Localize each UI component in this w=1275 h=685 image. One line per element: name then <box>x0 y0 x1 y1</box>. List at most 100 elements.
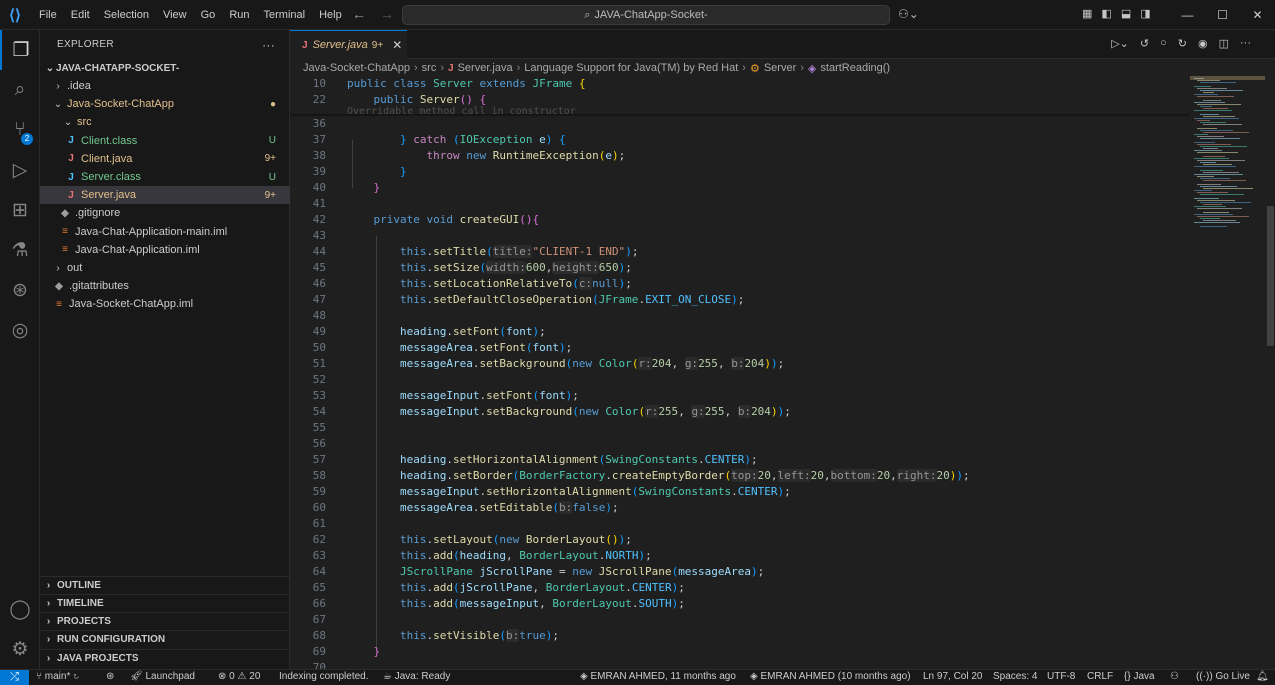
maximize-icon[interactable]: ☐ <box>1205 8 1240 22</box>
close-window-icon[interactable]: ✕ <box>1240 8 1275 22</box>
minimap-line <box>1194 174 1243 175</box>
tree-item-out-folder[interactable]: › out <box>40 259 290 277</box>
minimize-icon[interactable]: — <box>1170 8 1205 22</box>
more-actions-icon[interactable]: ··· <box>262 38 275 52</box>
launchpad-status[interactable]: 🚀︎ Launchpad <box>130 671 195 682</box>
breadcrumb-class[interactable]: Server <box>764 62 796 74</box>
tree-item-gitattributes-file[interactable]: ◆ .gitattributes <box>40 277 290 295</box>
tree-item-server-class-file[interactable]: J Server.class U <box>40 168 290 186</box>
code-line: this.add(jScrollPane, BorderLayout.CENTE… <box>399 581 685 594</box>
back-arrow-icon[interactable]: ← <box>352 6 366 22</box>
section-java-projects[interactable]: › JAVA PROJECTS <box>40 649 290 667</box>
code-line: messageArea.setFont(font); <box>399 341 573 354</box>
minimap-line <box>1197 216 1249 217</box>
toggle-secondary-sidebar-icon[interactable]: ◨ <box>1140 7 1150 20</box>
java-status[interactable]: ☕︎ Java: Ready <box>383 671 450 682</box>
menu-file[interactable]: File <box>32 9 64 21</box>
toggle-panel-icon[interactable]: ⬓ <box>1121 7 1131 20</box>
tree-item-src-folder[interactable]: ⌄ src <box>40 113 290 131</box>
chevron-right-icon: › <box>46 653 51 664</box>
split-editor-icon[interactable]: ◫ <box>1219 37 1229 50</box>
vertical-scrollbar-track[interactable] <box>1266 76 1275 669</box>
code-line: messageArea.setEditable(b:false); <box>399 501 619 514</box>
menu-view[interactable]: View <box>156 9 194 21</box>
java-file-icon: J <box>68 189 74 201</box>
tree-item-java-socket-chatapp-folder[interactable]: ⌄ Java-Socket-ChatApp ● <box>40 95 290 113</box>
menu-help[interactable]: Help <box>312 9 349 21</box>
account-icon[interactable]: ◯ <box>0 589 40 629</box>
tree-item-client-java-file[interactable]: J Client.java 9+ <box>40 150 290 168</box>
copilot-icon[interactable]: ⚇⌄ <box>898 7 919 21</box>
author-status[interactable]: ◈ EMRAN AHMED (10 months ago) <box>750 671 911 682</box>
breadcrumb-language[interactable]: Language Support for Java(TM) by Red Hat <box>524 62 738 74</box>
testing-icon[interactable]: ⚗ <box>0 230 40 270</box>
copilot-status-icon[interactable]: ⚇ <box>1170 671 1179 682</box>
tab-server-java[interactable]: J Server.java 9+ ✕ <box>290 30 407 59</box>
java-cup-icon: ☕︎ <box>383 671 395 682</box>
tree-item-socket-chatapp-iml-file[interactable]: ≡ Java-Socket-ChatApp.iml <box>40 295 290 313</box>
branch-status[interactable]: ⑂ main* ↻ <box>36 671 79 682</box>
tree-item-label: .idea <box>67 80 91 92</box>
go-forward-icon[interactable]: ↻ <box>1178 37 1187 50</box>
run-icon[interactable]: ▷⌄ <box>1111 37 1129 50</box>
explorer-icon[interactable]: ❐ <box>0 30 40 70</box>
code-line: messageInput.setBackground(new Color(r:2… <box>399 405 791 418</box>
breadcrumb-file[interactable]: Server.java <box>458 62 513 74</box>
explorer-root-folder[interactable]: ⌄ JAVA-CHATAPP-SOCKET- <box>40 59 290 77</box>
section-timeline[interactable]: › TIMELINE <box>40 594 290 612</box>
settings-icon[interactable]: ⚙ <box>0 629 40 669</box>
java-file-icon: J <box>448 62 454 74</box>
minimap-line <box>1197 96 1234 97</box>
toggle-sidebar-icon[interactable]: ◧ <box>1101 7 1111 20</box>
more-editor-actions-icon[interactable]: ··· <box>1240 37 1251 50</box>
source-control-icon[interactable]: ⑂ 2 <box>0 110 40 150</box>
code-line: public Server() { <box>373 93 487 106</box>
breadcrumb-method[interactable]: startReading() <box>820 62 890 74</box>
menu-go[interactable]: Go <box>194 9 223 21</box>
language-mode[interactable]: {} Java <box>1124 671 1155 682</box>
breadcrumb-src[interactable]: src <box>422 62 437 74</box>
golive-status[interactable]: ((·)) Go Live <box>1196 671 1250 682</box>
section-run-configuration[interactable]: › RUN CONFIGURATION <box>40 630 290 648</box>
git-graph-icon[interactable]: ⊛ <box>0 270 40 310</box>
eol-status[interactable]: CRLF <box>1087 671 1113 682</box>
cursor-position[interactable]: Ln 97, Col 20 <box>923 671 983 682</box>
extensions-icon[interactable]: ⊞ <box>0 190 40 230</box>
menu-terminal[interactable]: Terminal <box>257 9 313 21</box>
vertical-scrollbar-thumb[interactable] <box>1267 206 1274 346</box>
section-projects[interactable]: › PROJECTS <box>40 612 290 630</box>
gitlens-icon[interactable]: ◉ <box>1198 37 1208 50</box>
problems-status[interactable]: ⊗ 0 ⚠ 20 <box>218 671 260 682</box>
breadcrumb-folder[interactable]: Java-Socket-ChatApp <box>303 62 410 74</box>
customize-layout-icon[interactable]: ▦ <box>1082 7 1092 20</box>
section-outline[interactable]: › OUTLINE <box>40 576 290 594</box>
command-center-search[interactable]: ⌕ JAVA-ChatApp-Socket- <box>402 5 890 25</box>
blame-status[interactable]: ◈ EMRAN AHMED, 11 months ago <box>580 671 736 682</box>
go-back-icon[interactable]: ↺ <box>1140 37 1149 50</box>
menu-run[interactable]: Run <box>222 9 256 21</box>
code-editor[interactable]: Overridable method call in constructor 1… <box>290 76 1190 669</box>
tab-close-icon[interactable]: ✕ <box>392 38 402 52</box>
minimap-line <box>1200 114 1219 115</box>
minimap[interactable] <box>1190 76 1265 669</box>
tree-item-server-java-file[interactable]: J Server.java 9+ <box>40 186 290 205</box>
tree-item-main-iml-file[interactable]: ≡ Java-Chat-Application-main.iml <box>40 223 290 241</box>
tree-item-client-class-file[interactable]: J Client.class U <box>40 132 290 150</box>
minimap-line <box>1203 180 1246 181</box>
tree-item-gitignore-file[interactable]: ◆ .gitignore <box>40 204 290 222</box>
encoding-status[interactable]: UTF-8 <box>1047 671 1075 682</box>
notifications-icon[interactable]: 🔔︎ <box>1256 671 1269 682</box>
tree-item-idea-folder[interactable]: › .idea <box>40 77 290 95</box>
tree-item-application-iml-file[interactable]: ≡ Java-Chat-Application.iml <box>40 241 290 259</box>
line-number: 61 <box>312 517 326 530</box>
forward-arrow-icon[interactable]: → <box>380 6 394 22</box>
docker-icon[interactable]: ◎ <box>0 310 40 350</box>
menu-selection[interactable]: Selection <box>97 9 156 21</box>
circle-icon[interactable]: ○ <box>1160 37 1167 50</box>
menu-edit[interactable]: Edit <box>64 9 97 21</box>
remote-indicator-icon[interactable]: ⤮ <box>0 669 29 685</box>
run-debug-icon[interactable]: ▷ <box>0 150 40 190</box>
git-graph-status-icon[interactable]: ⊛ <box>106 671 114 682</box>
search-icon[interactable]: ⌕ <box>0 70 40 110</box>
indentation-status[interactable]: Spaces: 4 <box>993 671 1037 682</box>
